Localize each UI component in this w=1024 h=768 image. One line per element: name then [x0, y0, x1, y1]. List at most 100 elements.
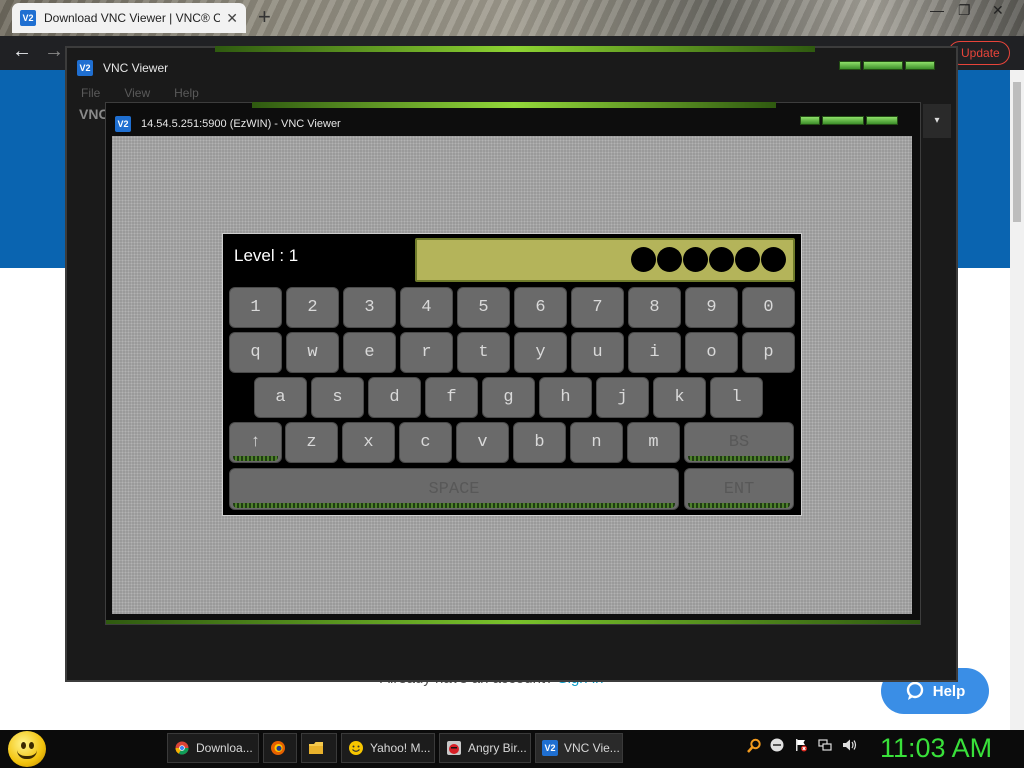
key-0-8[interactable]: 9: [685, 287, 738, 328]
page-scrollbar[interactable]: [1010, 70, 1024, 730]
password-dot: [631, 247, 656, 272]
key-0-2[interactable]: 3: [343, 287, 396, 328]
window-close-icon[interactable]: ✕: [992, 2, 1004, 19]
key-2-2[interactable]: d: [368, 377, 421, 418]
taskbar-item-yahoo-messenger[interactable]: Yahoo! M...: [341, 733, 435, 763]
close-control[interactable]: [905, 61, 935, 70]
session-window-controls[interactable]: [800, 116, 898, 125]
key-1-7[interactable]: i: [628, 332, 681, 373]
key-0-7[interactable]: 8: [628, 287, 681, 328]
password-display: [415, 238, 795, 282]
key-2-6[interactable]: j: [596, 377, 649, 418]
new-tab-button[interactable]: +: [258, 4, 271, 30]
key-0-3[interactable]: 4: [400, 287, 453, 328]
maximize-icon[interactable]: ❐: [958, 2, 971, 19]
key-3-0[interactable]: z: [285, 422, 338, 463]
taskbar-item-vnc[interactable]: V2 VNC Vie...: [535, 733, 623, 763]
key-1-6[interactable]: u: [571, 332, 624, 373]
session-close-control[interactable]: [866, 116, 898, 125]
folder-icon: [308, 740, 324, 756]
key-2-3[interactable]: f: [425, 377, 478, 418]
key-1-5[interactable]: y: [514, 332, 567, 373]
help-label: Help: [932, 682, 966, 700]
key-1-0[interactable]: q: [229, 332, 282, 373]
key-2-1[interactable]: s: [311, 377, 364, 418]
vnc-session-icon: V2: [115, 116, 131, 132]
taskbar-label: Angry Bir...: [468, 741, 527, 755]
key-1-9[interactable]: p: [742, 332, 795, 373]
taskbar-item-folder[interactable]: [301, 733, 337, 763]
volume-icon[interactable]: [842, 738, 858, 755]
menu-view[interactable]: View: [124, 86, 150, 100]
session-bottom-glow: [106, 620, 920, 624]
key-3-3[interactable]: v: [456, 422, 509, 463]
tab-close-icon[interactable]: ✕: [226, 10, 238, 27]
session-glow-bar: [252, 102, 776, 108]
taskbar-item-firefox[interactable]: [263, 733, 297, 763]
chevron-down-icon[interactable]: ▾: [923, 104, 951, 138]
enter-key[interactable]: ENT: [684, 468, 794, 510]
backspace-key[interactable]: BS: [684, 422, 794, 463]
scrollbar-thumb[interactable]: [1013, 82, 1021, 222]
password-dot: [709, 247, 734, 272]
action-center-flag-icon[interactable]: [794, 738, 808, 755]
status-icon[interactable]: [770, 738, 784, 755]
shift-key[interactable]: ↑: [229, 422, 282, 463]
typing-game-panel: Level : 1 1234567890 qwertyuiop asdfghjkl z…: [222, 233, 802, 516]
password-dot: [683, 247, 708, 272]
key-0-9[interactable]: 0: [742, 287, 795, 328]
menu-file[interactable]: File: [81, 86, 100, 100]
minimize-control[interactable]: [839, 61, 861, 70]
key-0-0[interactable]: 1: [229, 287, 282, 328]
vnc-viewer-title: VNC Viewer: [103, 61, 169, 75]
session-maximize-control[interactable]: [822, 116, 864, 125]
key-3-5[interactable]: n: [570, 422, 623, 463]
space-key[interactable]: SPACE: [229, 468, 679, 510]
menu-help[interactable]: Help: [174, 86, 199, 100]
network-icon[interactable]: [818, 738, 832, 755]
key-2-5[interactable]: h: [539, 377, 592, 418]
chat-bubble-icon: [906, 681, 923, 700]
key-0-1[interactable]: 2: [286, 287, 339, 328]
vnc-icon: V2: [542, 740, 558, 756]
key-1-3[interactable]: r: [400, 332, 453, 373]
key-3-6[interactable]: m: [627, 422, 680, 463]
password-dot: [735, 247, 760, 272]
key-0-4[interactable]: 5: [457, 287, 510, 328]
browser-tab[interactable]: V2 Download VNC Viewer | VNC® C ✕: [12, 3, 246, 33]
minimize-icon[interactable]: —: [930, 2, 944, 18]
window-glow-bar: [215, 46, 815, 52]
maximize-control[interactable]: [863, 61, 903, 70]
taskbar-clock: 11:03 AM: [880, 733, 993, 763]
key-1-8[interactable]: o: [685, 332, 738, 373]
key-3-1[interactable]: x: [342, 422, 395, 463]
chrome-icon: [174, 740, 190, 756]
password-dot: [657, 247, 682, 272]
key-2-7[interactable]: k: [653, 377, 706, 418]
key-1-2[interactable]: e: [343, 332, 396, 373]
taskbar-item-angry-birds[interactable]: Angry Bir...: [439, 733, 531, 763]
vnc-app-icon: V2: [77, 60, 93, 76]
taskbar-item-chrome[interactable]: Downloa...: [167, 733, 259, 763]
firefox-icon: [270, 740, 286, 756]
session-titlebar: V2 14.54.5.251:5900 (EzWIN) - VNC Viewer: [115, 116, 341, 132]
key-1-1[interactable]: w: [286, 332, 339, 373]
key-2-4[interactable]: g: [482, 377, 535, 418]
key-2-0[interactable]: a: [254, 377, 307, 418]
taskbar-label: Downloa...: [196, 741, 253, 755]
key-0-5[interactable]: 6: [514, 287, 567, 328]
key-2-8[interactable]: l: [710, 377, 763, 418]
session-title: 14.54.5.251:5900 (EzWIN) - VNC Viewer: [141, 118, 341, 130]
key-1-4[interactable]: t: [457, 332, 510, 373]
search-icon[interactable]: [746, 738, 762, 757]
start-smiley-icon[interactable]: [8, 731, 46, 767]
key-3-4[interactable]: b: [513, 422, 566, 463]
forward-arrow-icon[interactable]: →: [44, 40, 64, 63]
key-3-2[interactable]: c: [399, 422, 452, 463]
yahoo-messenger-icon: [348, 740, 364, 756]
session-minimize-control[interactable]: [800, 116, 820, 125]
password-dot: [761, 247, 786, 272]
back-arrow-icon[interactable]: ←: [12, 40, 32, 63]
key-0-6[interactable]: 7: [571, 287, 624, 328]
window-controls[interactable]: [839, 61, 935, 70]
